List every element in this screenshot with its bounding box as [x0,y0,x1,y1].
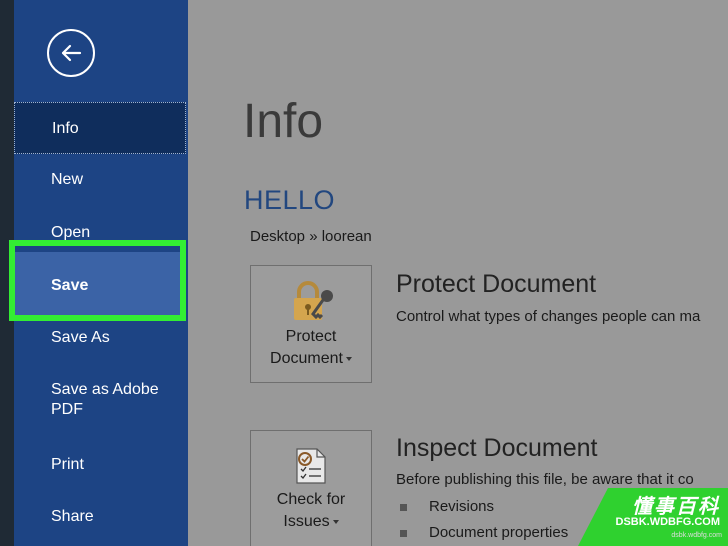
tile-label-line1: Check for [276,491,346,508]
sidebar-item-share[interactable]: Share [14,507,186,531]
bullet-icon [400,529,407,537]
sidebar-item-print[interactable]: Print [14,455,186,479]
sidebar-item-label: Info [52,120,79,137]
back-button[interactable] [47,29,95,77]
sidebar-item-label: New [51,171,84,188]
background-window-edge [0,0,14,546]
lock-key-icon [294,281,333,320]
protect-document-button[interactable]: Protect Document [250,265,372,383]
watermark-brand: 懂事百科 [632,496,720,518]
inspect-document-description: Before publishing this file, be aware th… [396,471,694,488]
list-item-label: Revisions [429,498,495,515]
tile-label-line2: Issues [283,513,330,530]
sidebar-item-label: Save As [51,329,110,346]
sidebar-item-label: Share [51,508,94,525]
check-for-issues-label: Check for Issues [251,489,371,533]
list-item: Revisions [400,498,494,515]
page-title: Info [243,95,324,148]
protect-document-title: Protect Document [396,270,597,298]
sidebar-item-save-as[interactable]: Save As [14,328,186,352]
sidebar-item-new[interactable]: New [14,170,186,194]
tile-label-line1: Protect [285,328,337,345]
sidebar-item-open[interactable]: Open [14,223,186,245]
sidebar-item-label: Save [51,277,89,294]
watermark: 懂事百科 DSBK.WDBFG.COM dsbk.wdbfg.com [578,488,728,546]
inspect-document-title: Inspect Document [396,434,598,462]
watermark-url: DSBK.WDBFG.COM [615,516,721,528]
sidebar-item-label: Print [51,456,84,473]
backstage-sidebar: Info New Open Save Save As Save as Adobe… [14,0,188,546]
sidebar-item-save-as-adobe-pdf[interactable]: Save as Adobe PDF [14,380,186,424]
check-for-issues-button[interactable]: Check for Issues [250,430,372,546]
protect-document-description: Control what types of changes people can… [396,308,701,325]
list-item-label: Document properties [429,524,569,541]
list-item: Document properties [400,524,568,541]
sidebar-item-label: Save as Adobe PDF [51,381,159,418]
sidebar-item-label: Open [51,224,91,241]
sidebar-item-info[interactable]: Info [14,102,186,154]
dropdown-caret-icon [345,356,352,361]
back-arrow-icon [61,44,82,62]
document-path[interactable]: Desktop » loorean [250,228,372,245]
sidebar-item-save[interactable]: Save [14,252,186,316]
tile-label-line2: Document [270,350,343,367]
inspect-document-icon [296,448,326,484]
protect-document-label: Protect Document [251,326,371,370]
dropdown-caret-icon [332,519,339,524]
watermark-small-url: dsbk.wdbfg.com [671,532,722,539]
bullet-icon [400,503,407,511]
document-name: HELLO [244,185,336,215]
info-pane: Info HELLO Desktop » loorean Protect Doc… [188,0,728,546]
